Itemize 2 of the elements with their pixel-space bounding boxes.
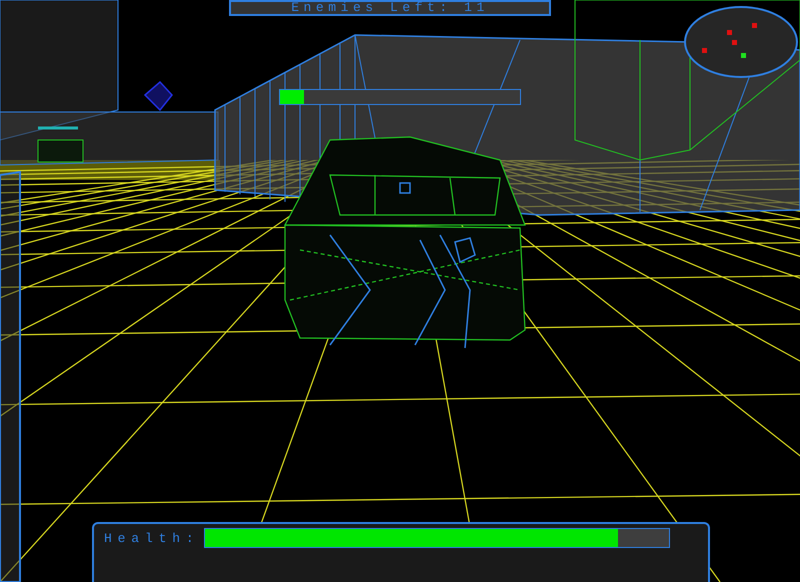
enemies-counter: Enemies Left: 11 [229, 0, 551, 16]
health-label: Health: [104, 530, 200, 548]
